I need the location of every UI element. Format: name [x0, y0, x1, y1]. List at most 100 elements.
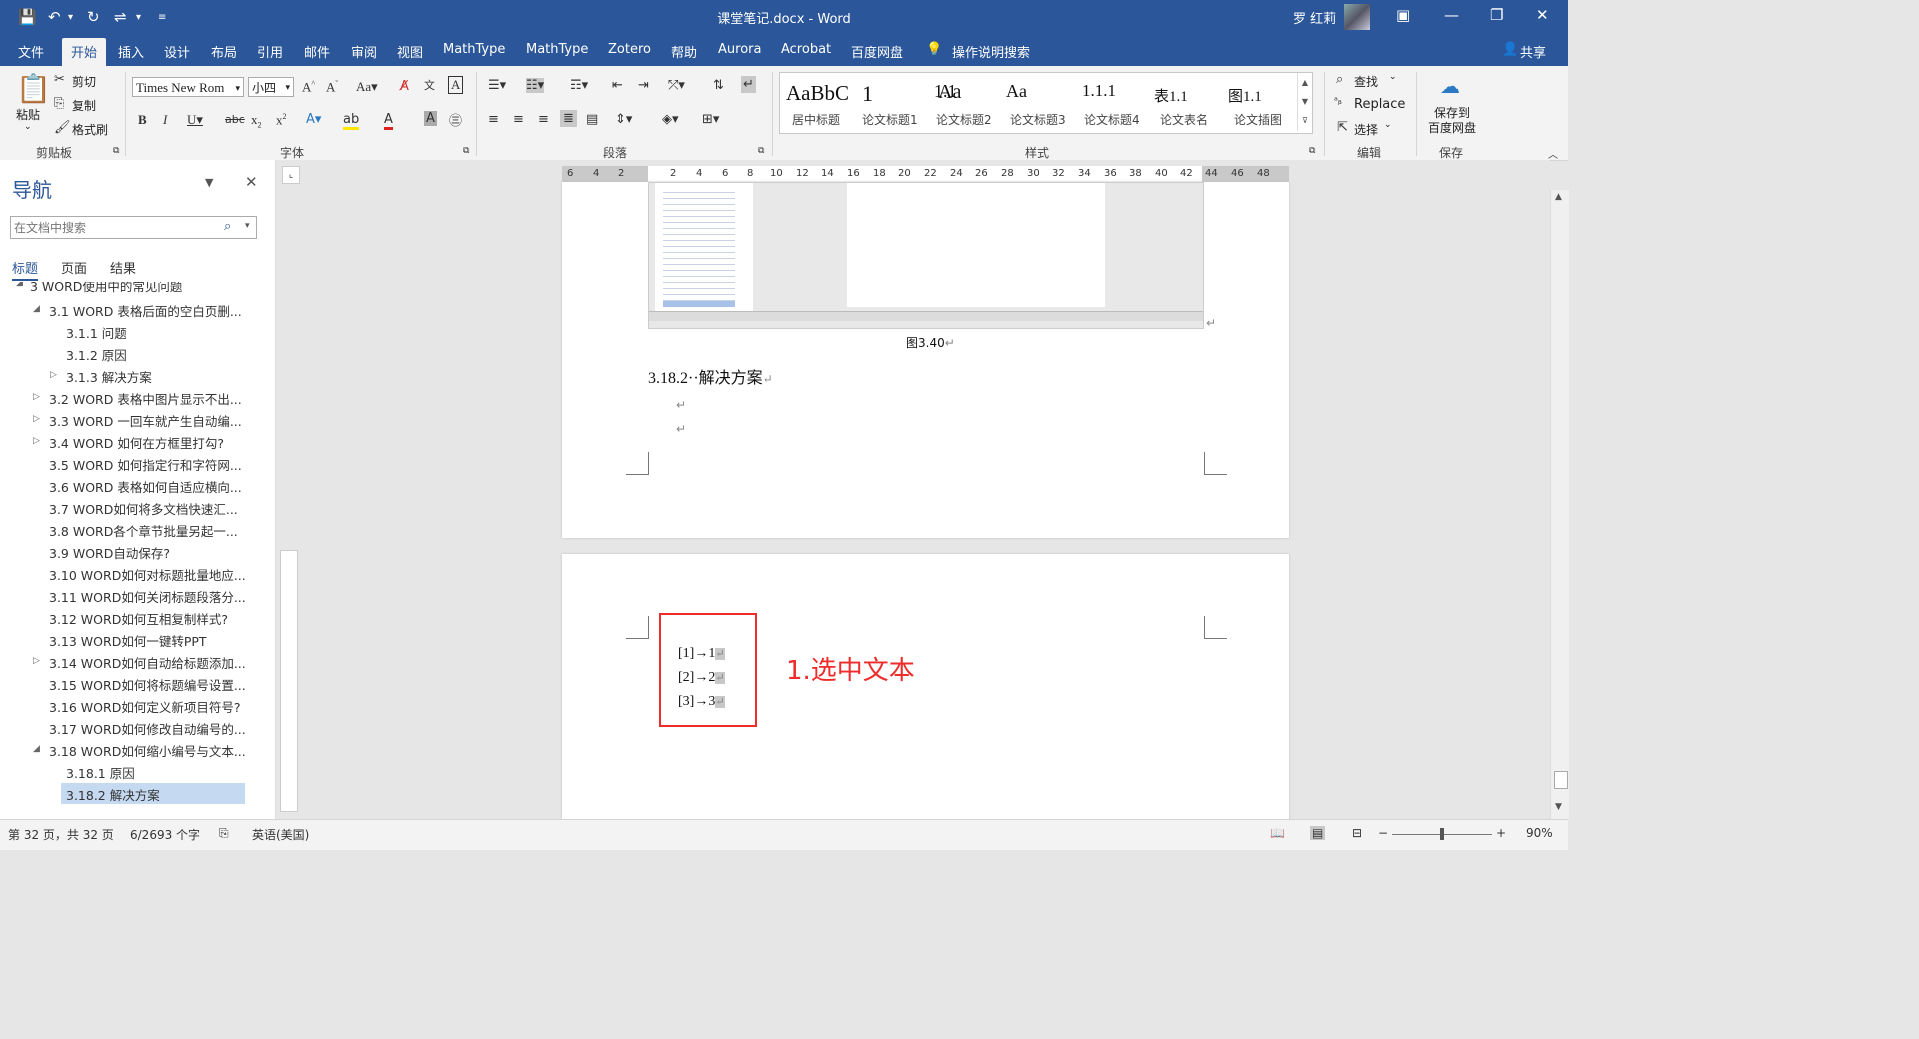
list-item[interactable]: 3.1.3 解决方案	[66, 367, 152, 386]
find-button[interactable]: 查找	[1354, 73, 1378, 90]
save-to-baidu-button[interactable]: 保存到 百度网盘	[1428, 106, 1476, 136]
tab-help[interactable]: 帮助	[671, 42, 697, 61]
text-effects-icon[interactable]: A▾	[306, 112, 321, 127]
vertical-scrollbar[interactable]: ▲ ▼	[1550, 190, 1569, 819]
list-item[interactable]: 3.9 WORD自动保存?	[49, 543, 170, 562]
list-item[interactable]: 3.14 WORD如何自动给标题添加...	[49, 653, 246, 672]
show-marks-icon[interactable]: ↵	[741, 76, 756, 93]
list-item[interactable]: 3.13 WORD如何一键转PPT	[49, 631, 207, 650]
list-item[interactable]: 3.1 WORD 表格后面的空白页删...	[49, 301, 242, 320]
highlight-icon[interactable]: ab	[343, 112, 360, 130]
list-item[interactable]: 3.16 WORD如何定义新项目符号?	[49, 697, 240, 716]
vertical-ruler[interactable]	[280, 550, 298, 812]
distributed-icon[interactable]: ▤	[586, 112, 598, 127]
close-icon[interactable]: ✕	[1536, 6, 1549, 24]
list-item[interactable]: 3.15 WORD如何将标题编号设置...	[49, 675, 246, 694]
paste-dropdown-icon[interactable]: ⌄	[24, 122, 32, 132]
styles-launcher-icon[interactable]: ⧉	[1309, 146, 1315, 156]
numbered-list[interactable]: [1]→1↵ [2]→2↵ [3]→3↵	[678, 642, 725, 714]
page-count[interactable]: 第 32 页，共 32 页	[8, 826, 114, 843]
tab-baidu[interactable]: 百度网盘	[851, 42, 903, 61]
zoom-slider-thumb[interactable]	[1440, 828, 1444, 840]
print-layout-icon[interactable]: ▤	[1310, 826, 1326, 840]
character-shading-icon[interactable]: A	[424, 111, 437, 126]
copy-button[interactable]: 复制	[72, 97, 96, 114]
list-item[interactable]: 3 WORD使用中的常见问题	[30, 282, 182, 295]
horizontal-ruler[interactable]: 6 4 2 2 4 6 8 10 12 14 16 18 20 22 24 26…	[562, 166, 1289, 182]
paragraph-launcher-icon[interactable]: ⧉	[758, 146, 764, 156]
list-item[interactable]: [2]→2↵	[678, 666, 725, 690]
enclose-characters-icon[interactable]: ㊂	[449, 110, 462, 129]
expanded-icon[interactable]: ◢	[16, 282, 23, 288]
nav-options-icon[interactable]: ▼	[205, 176, 213, 189]
clipboard-launcher-icon[interactable]: ⧉	[113, 146, 119, 156]
list-item[interactable]: 3.17 WORD如何修改自动编号的...	[49, 719, 246, 738]
bullets-icon[interactable]: ☰▾	[488, 78, 506, 93]
line-spacing-icon[interactable]: ⇕▾	[615, 112, 632, 127]
chinese-layout-icon[interactable]: ⤱▾	[668, 78, 685, 93]
expanded-icon[interactable]: ◢	[33, 744, 40, 754]
tab-zotero[interactable]: Zotero	[608, 42, 651, 57]
grow-font-icon[interactable]: A^	[302, 79, 315, 95]
list-item[interactable]: 3.1.2 原因	[66, 345, 127, 364]
style-item[interactable]: 表1.1 论文表名	[1150, 73, 1224, 131]
justify-icon[interactable]: ≣	[560, 110, 577, 127]
style-item[interactable]: 图1.1 论文插图	[1224, 73, 1296, 131]
collapsed-icon[interactable]: ▷	[33, 436, 40, 446]
list-item[interactable]: 3.3 WORD 一回车就产生自动编...	[49, 411, 242, 430]
zoom-in-icon[interactable]: +	[1496, 826, 1506, 840]
figure-caption[interactable]: 图3.40↵	[906, 334, 955, 351]
font-launcher-icon[interactable]: ⧉	[463, 146, 469, 156]
list-item[interactable]: 3.6 WORD 表格如何自适应横向...	[49, 477, 242, 496]
restore-icon[interactable]: ❐	[1490, 6, 1503, 24]
bold-icon[interactable]: B	[138, 112, 147, 128]
tab-acrobat[interactable]: Acrobat	[781, 42, 831, 57]
share-button[interactable]: 共享	[1520, 42, 1546, 61]
shading-icon[interactable]: ◈▾	[662, 112, 679, 127]
format-painter-button[interactable]: 格式刷	[72, 121, 108, 138]
user-name[interactable]: 罗 红莉	[1293, 8, 1336, 27]
tab-view[interactable]: 视图	[397, 42, 423, 61]
scroll-up-icon[interactable]: ▲	[1555, 192, 1562, 202]
close-icon[interactable]: ✕	[245, 173, 258, 191]
zoom-out-icon[interactable]: −	[1378, 826, 1388, 840]
style-item[interactable]: Aa 论文标题3	[1002, 73, 1076, 131]
chevron-down-icon[interactable]: ▾	[245, 221, 250, 231]
paste-button[interactable]: 粘贴	[16, 106, 40, 123]
multilevel-list-icon[interactable]: ☶▾	[570, 78, 588, 93]
align-right-icon[interactable]: ≡	[538, 112, 549, 127]
character-border-icon[interactable]: A	[448, 76, 464, 94]
tab-design[interactable]: 设计	[164, 42, 190, 61]
paragraph-mark[interactable]: ↵	[676, 422, 686, 436]
font-name-combo[interactable]: Times New Rom ▾	[132, 77, 244, 97]
cut-button[interactable]: 剪切	[72, 73, 96, 90]
replace-button[interactable]: Replace	[1354, 97, 1405, 112]
borders-icon[interactable]: ⊞▾	[702, 112, 719, 127]
sort-icon[interactable]: ⇅	[713, 78, 724, 93]
list-item[interactable]: 3.4 WORD 如何在方框里打勾?	[49, 433, 224, 452]
list-item[interactable]: 3.1.1 问题	[66, 323, 127, 342]
style-item[interactable]	[928, 73, 1002, 131]
nav-tab-pages[interactable]: 页面	[61, 258, 87, 277]
read-mode-icon[interactable]: 📖	[1270, 826, 1285, 840]
paste-icon[interactable]: 📋	[16, 72, 51, 105]
subscript-icon[interactable]: x2	[251, 112, 262, 130]
scroll-down-icon[interactable]: ▼	[1555, 802, 1562, 812]
list-item[interactable]: 3.11 WORD如何关闭标题段落分...	[49, 587, 246, 606]
language-status[interactable]: 英语(美国)	[252, 826, 309, 843]
list-item[interactable]: 3.7 WORD如何将多文档快速汇...	[49, 499, 238, 518]
avatar[interactable]	[1344, 4, 1370, 30]
nav-tab-headings[interactable]: 标题	[12, 258, 39, 281]
font-color-icon[interactable]: A	[384, 112, 393, 130]
tab-file[interactable]: 文件	[18, 42, 44, 61]
list-item[interactable]: 3.5 WORD 如何指定行和字符网...	[49, 455, 242, 474]
ribbon-display-icon[interactable]: ▣	[1396, 6, 1410, 24]
list-item[interactable]: 3.12 WORD如何互相复制样式?	[49, 609, 228, 628]
increase-indent-icon[interactable]: ⇥	[638, 78, 649, 93]
chevron-down-icon[interactable]: ⌄	[1389, 72, 1397, 82]
embedded-screenshot-figure[interactable]	[648, 182, 1204, 329]
underline-icon[interactable]: U▾	[187, 112, 203, 128]
expanded-icon[interactable]: ◢	[33, 304, 40, 314]
phonetic-guide-icon[interactable]: 文	[424, 77, 435, 93]
collapsed-icon[interactable]: ▷	[33, 656, 40, 666]
